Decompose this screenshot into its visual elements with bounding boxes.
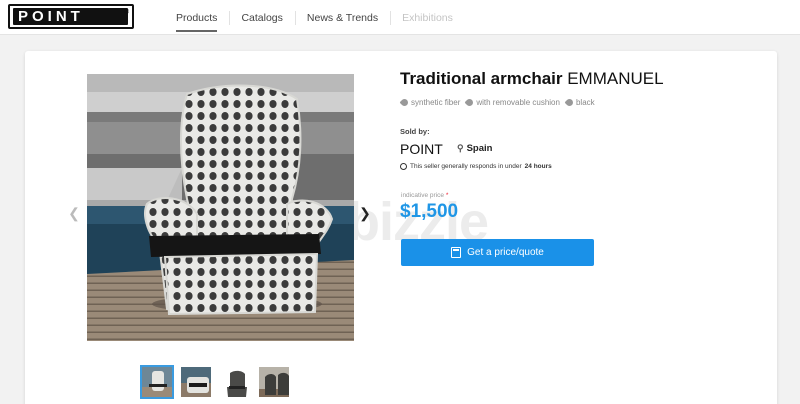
main-nav: Products Catalogs News & Trends Exhibiti… xyxy=(164,0,465,35)
tag-label: synthetic fiber xyxy=(411,98,461,107)
tag-cushion[interactable]: with removable cushion xyxy=(464,97,560,108)
nav-catalogs[interactable]: Catalogs xyxy=(229,8,294,28)
seller-name[interactable]: POINT xyxy=(400,141,443,157)
product-title: Traditional armchair EMMANUEL xyxy=(400,69,664,89)
thumbnail-1[interactable] xyxy=(140,365,174,399)
thumbnail-4[interactable] xyxy=(257,365,291,399)
response-time: 24 hours xyxy=(524,163,552,170)
calculator-icon xyxy=(451,247,462,258)
nav-news-trends[interactable]: News & Trends xyxy=(294,8,390,28)
nav-products[interactable]: Products xyxy=(164,8,229,32)
prev-image-arrow-icon[interactable]: ❮ xyxy=(67,205,81,222)
seller-location: ⚲ Spain xyxy=(457,143,492,154)
tag-label: with removable cushion xyxy=(476,98,560,107)
price-value: $1,500 xyxy=(400,201,459,222)
required-mark: * xyxy=(445,192,449,199)
location-label: Spain xyxy=(466,143,493,154)
get-quote-label: Get a price/quote xyxy=(467,247,544,258)
product-image[interactable] xyxy=(87,74,354,341)
thumbnail-strip xyxy=(140,365,291,399)
tag-icon xyxy=(399,97,410,108)
next-image-arrow-icon[interactable]: ❯ xyxy=(358,205,372,222)
tag-material[interactable]: synthetic fiber xyxy=(399,97,461,108)
location-pin-icon: ⚲ xyxy=(457,143,464,153)
price-label-text: indicative price xyxy=(401,192,444,199)
nav-exhibitions[interactable]: Exhibitions xyxy=(390,8,465,28)
registered-mark-icon: ® xyxy=(123,9,129,16)
product-title-main: Traditional armchair xyxy=(400,69,563,88)
tag-color[interactable]: black xyxy=(564,97,595,108)
response-text: This seller generally responds in under xyxy=(410,163,522,170)
product-title-model: EMMANUEL xyxy=(562,69,664,88)
thumbnail-2[interactable] xyxy=(179,365,213,399)
logo-text: POINT xyxy=(13,8,128,25)
get-quote-button[interactable]: Get a price/quote xyxy=(401,239,594,266)
tag-icon xyxy=(564,97,575,108)
top-bar: POINT ® Products Catalogs News & Trends … xyxy=(0,0,800,35)
price-label: indicative price * xyxy=(401,192,448,199)
sold-by-label: Sold by: xyxy=(400,127,430,136)
product-card: dubizzle ❮ ❯ Traditional armchair EMMANU… xyxy=(25,51,777,404)
clock-icon xyxy=(400,163,407,170)
product-tags: synthetic fiber with removable cushion b… xyxy=(399,97,595,108)
thumbnail-3[interactable] xyxy=(218,365,252,399)
response-time-note: This seller generally responds in under … xyxy=(400,163,552,170)
tag-label: black xyxy=(575,98,595,107)
tag-icon xyxy=(464,97,475,108)
brand-logo[interactable]: POINT ® xyxy=(8,4,134,29)
